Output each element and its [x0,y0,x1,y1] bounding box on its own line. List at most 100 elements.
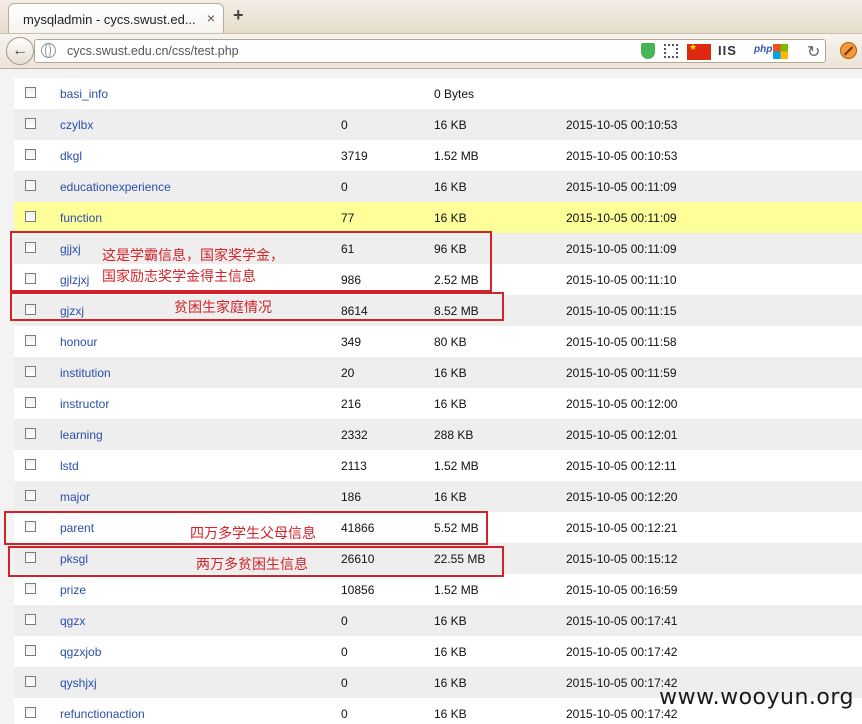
table-list: basi_info 0 Bytes czylbx 0 16 KB 2015-10-05 0… [14,78,862,724]
tab-bar: mysqladmin - cycs.swust.ed... × + [0,0,862,33]
table-row[interactable]: learning 2332 288 KB 2015-10-05 00:12:01 [14,419,862,450]
address-bar[interactable]: cycs.swust.edu.cn/css/test.php IIS php ↻ [34,39,826,63]
table-size: 16 KB [434,490,467,504]
shield-icon[interactable] [641,43,655,59]
new-tab-button[interactable]: + [233,5,244,26]
table-row[interactable]: dkgl 3719 1.52 MB 2015-10-05 00:10:53 [14,140,862,171]
created-time: 2015-10-05 00:12:21 [566,521,678,535]
created-time: 2015-10-05 00:17:42 [566,645,678,659]
table-size: 16 KB [434,211,467,225]
created-time: 2015-10-05 00:11:15 [566,304,677,318]
table-size: 16 KB [434,645,467,659]
table-size: 1.52 MB [434,583,479,597]
row-count: 10856 [341,583,375,597]
tab-title: mysqladmin - cycs.swust.ed... [23,12,196,27]
table-row[interactable]: czylbx 0 16 KB 2015-10-05 00:10:53 [14,109,862,140]
php-icon[interactable]: php [754,44,772,55]
row-checkbox[interactable] [25,180,36,191]
iis-icon[interactable]: IIS [718,43,737,58]
reload-icon[interactable]: ↻ [807,42,820,62]
table-name-link[interactable]: honour [60,335,97,349]
row-checkbox[interactable] [25,428,36,439]
table-size: 16 KB [434,676,467,690]
annotation-poverty-students: 两万多贫困生信息 [196,557,308,573]
row-checkbox[interactable] [25,366,36,377]
table-name-link[interactable]: lstd [60,459,79,473]
table-name-link[interactable]: function [60,211,102,225]
table-row[interactable]: instructor 216 16 KB 2015-10-05 00:12:00 [14,388,862,419]
row-count: 2332 [341,428,368,442]
table-name-link[interactable]: learning [60,428,103,442]
created-time: 2015-10-05 00:11:09 [566,180,677,194]
browser-tab[interactable]: mysqladmin - cycs.swust.ed... × [8,3,224,33]
url-text: cycs.swust.edu.cn/css/test.php [67,44,239,58]
annotation-scholarship-line1: 这是学霸信息，国家奖学金， [102,248,284,264]
row-checkbox[interactable] [25,335,36,346]
table-row[interactable]: major 186 16 KB 2015-10-05 00:12:20 [14,481,862,512]
table-row[interactable]: institution 20 16 KB 2015-10-05 00:11:59 [14,357,862,388]
row-checkbox[interactable] [25,397,36,408]
close-tab-icon[interactable]: × [207,10,215,26]
table-name-link[interactable]: dkgl [60,149,82,163]
table-size: 288 KB [434,428,474,442]
row-checkbox[interactable] [25,676,36,687]
table-name-link[interactable]: qgzxjob [60,645,101,659]
windows-icon[interactable] [773,44,788,59]
row-checkbox[interactable] [25,459,36,470]
table-row[interactable]: basi_info 0 Bytes [14,78,862,109]
row-checkbox[interactable] [25,645,36,656]
created-time: 2015-10-05 00:16:59 [566,583,678,597]
table-size: 0 Bytes [434,87,475,101]
table-name-link[interactable]: major [60,490,90,504]
row-checkbox[interactable] [25,583,36,594]
table-size: 16 KB [434,366,467,380]
table-size: 1.52 MB [434,149,479,163]
row-checkbox[interactable] [25,211,36,222]
table-row[interactable]: lstd 2113 1.52 MB 2015-10-05 00:12:11 [14,450,862,481]
row-checkbox[interactable] [25,118,36,129]
table-row[interactable]: educationexperience 0 16 KB 2015-10-05 00:1… [14,171,862,202]
created-time: 2015-10-05 00:10:53 [566,118,678,132]
created-time: 2015-10-05 00:15:12 [566,552,678,566]
table-row[interactable]: qgzxjob 0 16 KB 2015-10-05 00:17:42 [14,636,862,667]
table-name-link[interactable]: prize [60,583,86,597]
table-name-link[interactable]: qgzx [60,614,85,628]
table-size: 80 KB [434,335,467,349]
row-checkbox[interactable] [25,87,36,98]
row-checkbox[interactable] [25,490,36,501]
table-name-link[interactable]: refunctionaction [60,707,145,721]
table-size: 1.52 MB [434,459,479,473]
table-name-link[interactable]: czylbx [60,118,93,132]
globe-icon [41,43,56,58]
table-row[interactable]: honour 349 80 KB 2015-10-05 00:11:58 [14,326,862,357]
annotation-parents: 四万多学生父母信息 [190,526,316,542]
table-size: 16 KB [434,397,467,411]
row-count: 3719 [341,149,368,163]
row-checkbox[interactable] [25,707,36,718]
created-time: 2015-10-05 00:11:10 [566,273,677,287]
table-name-link[interactable]: qyshjxj [60,676,97,690]
addon-icon[interactable] [840,42,857,59]
created-time: 2015-10-05 00:11:09 [566,211,677,225]
table-row[interactable]: function 77 16 KB 2015-10-05 00:11:09 [14,202,862,233]
table-row[interactable]: prize 10856 1.52 MB 2015-10-05 00:16:59 [14,574,862,605]
annotation-poverty-family: 贫困生家庭情况 [174,300,272,316]
china-flag-icon[interactable] [687,42,711,60]
table-size: 16 KB [434,118,467,132]
annotation-scholarship-line2: 国家励志奖学金得主信息 [102,269,256,285]
row-count: 0 [341,118,348,132]
row-count: 2113 [341,459,367,473]
row-checkbox[interactable] [25,614,36,625]
row-count: 20 [341,366,355,380]
row-checkbox[interactable] [25,149,36,160]
created-time: 2015-10-05 00:11:09 [566,242,677,256]
table-name-link[interactable]: institution [60,366,111,380]
table-name-link[interactable]: basi_info [60,87,108,101]
row-count: 186 [341,490,362,504]
table-row[interactable]: qgzx 0 16 KB 2015-10-05 00:17:41 [14,605,862,636]
table-name-link[interactable]: educationexperience [60,180,171,194]
qr-code-icon[interactable] [664,44,678,58]
table-name-link[interactable]: instructor [60,397,109,411]
row-count: 0 [341,180,348,194]
back-button[interactable]: ← [6,37,34,65]
